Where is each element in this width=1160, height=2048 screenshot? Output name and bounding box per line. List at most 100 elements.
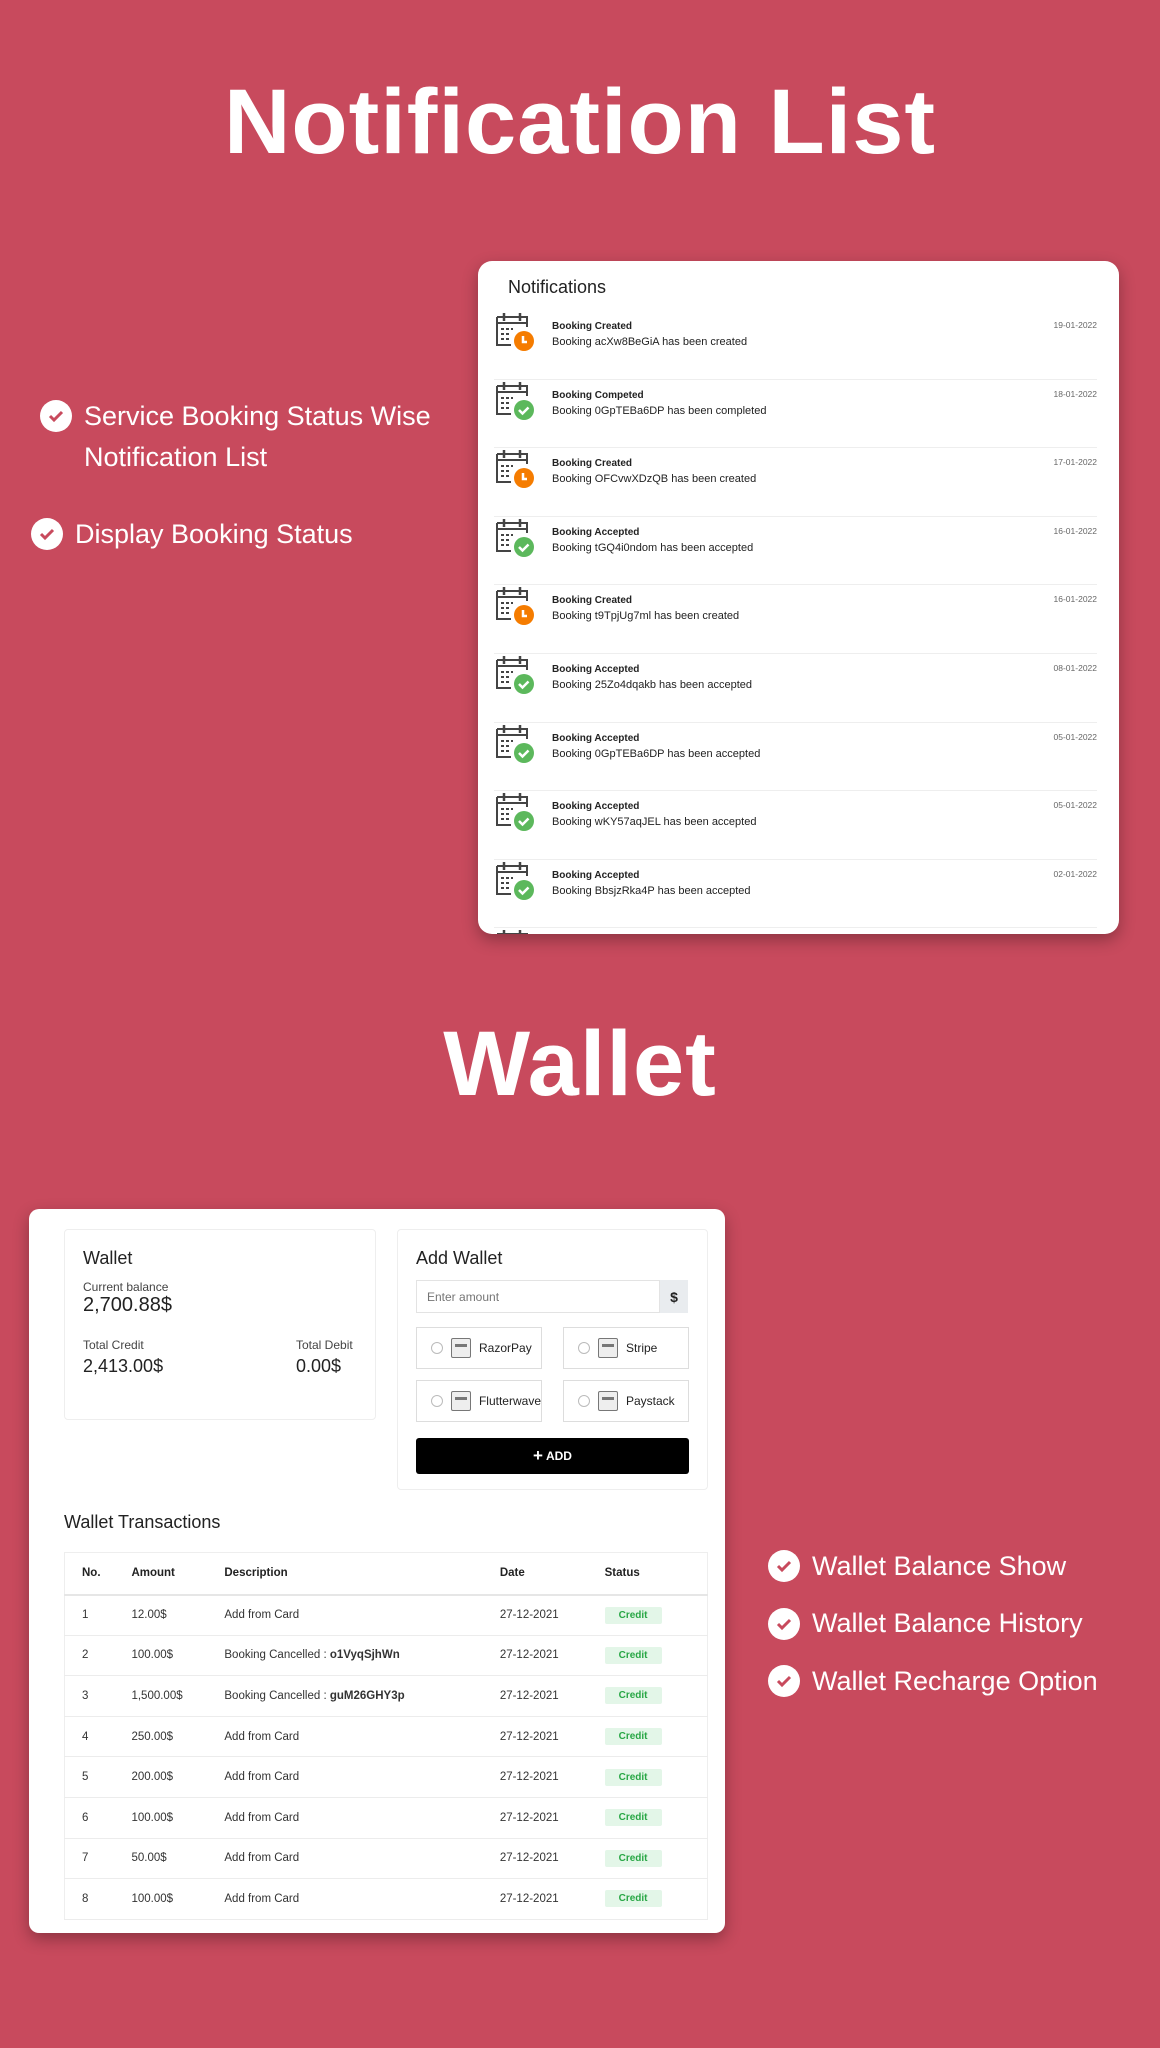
notification-item[interactable]: Booking Accepted Booking BbsjzRka4P has … <box>494 860 1097 929</box>
notification-date: 19-01-2022 <box>1053 320 1097 330</box>
notification-date: 08-01-2022 <box>1053 663 1097 673</box>
notification-item[interactable]: Booking Created Booking acXw8BeGiA has b… <box>494 311 1097 380</box>
status-badge: Credit <box>604 1768 662 1786</box>
feature-text: Service Booking Status Wise <box>84 400 431 431</box>
row-status: Credit <box>587 1594 708 1636</box>
notification-item[interactable]: Booking Created Booking OFCvwXDzQB has b… <box>494 448 1097 517</box>
add-wallet-title: Add Wallet <box>416 1248 503 1268</box>
status-badge: Credit <box>604 1809 662 1827</box>
row-description: Add from Card <box>207 1716 483 1758</box>
row-date: 27-12-2021 <box>482 1675 588 1717</box>
row-amount: 100.00$ <box>114 1797 208 1839</box>
notifications-panel: Notifications Booking Created Booking ac… <box>478 261 1119 934</box>
notification-message: Booking 25Zo4dqakb has been accepted <box>552 679 752 691</box>
notification-item[interactable]: Booking Accepted Booking wKY57aqJEL has … <box>494 791 1097 860</box>
row-number: 6 <box>64 1797 115 1839</box>
row-amount: 100.00$ <box>114 1878 208 1920</box>
notification-title: Booking Accepted <box>552 526 640 538</box>
row-description: Add from Card <box>207 1797 483 1839</box>
row-status: Credit <box>587 1838 708 1880</box>
notification-date: 05-01-2022 <box>1053 800 1097 811</box>
radio-button[interactable] <box>578 1342 590 1354</box>
description-text: Add from Card <box>224 1811 300 1824</box>
amount-input[interactable] <box>416 1280 660 1313</box>
row-number: 1 <box>64 1594 115 1636</box>
row-description: Booking Cancelled : guM26GHY3p <box>207 1675 483 1717</box>
row-date: 27-12-2021 <box>482 1594 588 1636</box>
feature-text: Wallet Recharge Option <box>812 1665 1098 1696</box>
row-number: 3 <box>64 1675 115 1717</box>
row-number: 4 <box>64 1716 115 1758</box>
check-circle-icon <box>31 518 63 550</box>
total-debit-value: 0.00$ <box>296 1356 342 1376</box>
wallet-balance-card: Wallet Current balance 2,700.88$ Total C… <box>64 1229 376 1420</box>
row-amount: 250.00$ <box>114 1716 208 1758</box>
notification-title: Booking Competed <box>552 389 644 401</box>
row-number: 8 <box>64 1878 115 1920</box>
calendar-check-icon <box>496 724 534 763</box>
row-status: Credit <box>587 1878 708 1920</box>
row-amount: 12.00$ <box>114 1594 208 1636</box>
calendar-clock-icon <box>496 313 534 351</box>
row-description: Add from Card <box>207 1594 483 1636</box>
gateway-label: Flutterwave <box>478 1394 541 1408</box>
feature-item: Display Booking Status <box>31 518 353 550</box>
row-date: 27-12-2021 <box>482 1878 588 1920</box>
transaction-row: 6 100.00$ Add from Card 27-12-2021 Credi… <box>64 1797 708 1839</box>
row-amount: 50.00$ <box>114 1838 208 1880</box>
add-button[interactable]: + ADD <box>416 1438 689 1474</box>
transaction-row: 5 200.00$ Add from Card 27-12-2021 Credi… <box>64 1756 708 1798</box>
feature-text-continued: Notification List <box>84 442 268 472</box>
gateway-option-paystack[interactable]: Paystack <box>563 1380 689 1422</box>
notification-item[interactable]: Booking Competed Booking 0GpTEBa6DP has … <box>494 380 1097 449</box>
notification-message: Booking tGQ4i0ndom has been accepted <box>552 541 754 554</box>
column-header: Amount <box>114 1552 208 1596</box>
check-circle-icon <box>768 1607 800 1640</box>
notification-item[interactable]: Booking Accepted Booking tGQ4i0ndom has … <box>494 517 1097 586</box>
feature-item: Service Booking Status Wise <box>40 400 431 432</box>
row-amount: 200.00$ <box>114 1756 208 1798</box>
row-description: Add from Card <box>207 1878 483 1920</box>
feature-item: Wallet Balance History <box>768 1607 1083 1640</box>
check-circle-icon <box>768 1665 800 1697</box>
radio-button[interactable] <box>431 1395 443 1407</box>
gateway-label: Stripe <box>626 1341 658 1355</box>
current-balance-value: 2,700.88$ <box>83 1294 172 1316</box>
notification-item[interactable]: Booking Accepted Booking 25Zo4dqakb has … <box>494 654 1097 723</box>
feature-text: Wallet Balance History <box>812 1608 1083 1638</box>
radio-button[interactable] <box>578 1395 590 1407</box>
notification-item[interactable]: Booking Accepted Booking 0GpTEBa6DP has … <box>494 723 1097 792</box>
notification-message: Booking BbsjzRka4P has been accepted <box>552 884 751 897</box>
description-text: Add from Card <box>224 1771 300 1784</box>
transaction-row: 7 50.00$ Add from Card 27-12-2021 Credit <box>64 1838 708 1880</box>
notification-date: 18-01-2022 <box>1053 388 1097 399</box>
payment-card-icon <box>451 1338 471 1358</box>
notifications-title: Notifications <box>508 277 607 297</box>
check-circle-icon <box>768 1550 800 1582</box>
row-number: 2 <box>64 1635 115 1677</box>
row-status: Credit <box>587 1756 708 1798</box>
payment-card-icon <box>598 1338 618 1358</box>
status-badge: Credit <box>604 1849 662 1867</box>
gateway-option-stripe[interactable]: Stripe <box>563 1327 689 1369</box>
notification-title: Booking Created <box>552 321 633 332</box>
gateway-option-flutterwave[interactable]: Flutterwave <box>416 1380 542 1422</box>
notification-message: Booking t9TpjUg7ml has been created <box>552 610 740 623</box>
row-status: Credit <box>587 1635 708 1677</box>
notification-item-partial <box>494 928 1097 934</box>
notification-item[interactable]: Booking Created Booking t9TpjUg7ml has b… <box>494 585 1097 654</box>
total-credit-label: Total Credit <box>83 1338 144 1352</box>
transaction-row: 3 1,500.00$ Booking Cancelled : guM26GHY… <box>64 1675 708 1717</box>
column-header: Status <box>587 1552 708 1596</box>
row-description: Add from Card <box>207 1756 483 1798</box>
row-status: Credit <box>587 1797 708 1839</box>
add-button-label: ADD <box>545 1449 572 1463</box>
calendar-check-icon <box>496 861 534 900</box>
radio-button[interactable] <box>431 1342 443 1354</box>
status-badge: Credit <box>604 1728 662 1746</box>
gateway-option-razorpay[interactable]: RazorPay <box>416 1327 542 1369</box>
transaction-row: 2 100.00$ Booking Cancelled : o1VyqSjhWn… <box>64 1635 708 1677</box>
payment-card-icon <box>598 1391 618 1411</box>
booking-ref: guM26GHY3p <box>329 1689 405 1702</box>
notification-title: Booking Created <box>552 595 633 607</box>
